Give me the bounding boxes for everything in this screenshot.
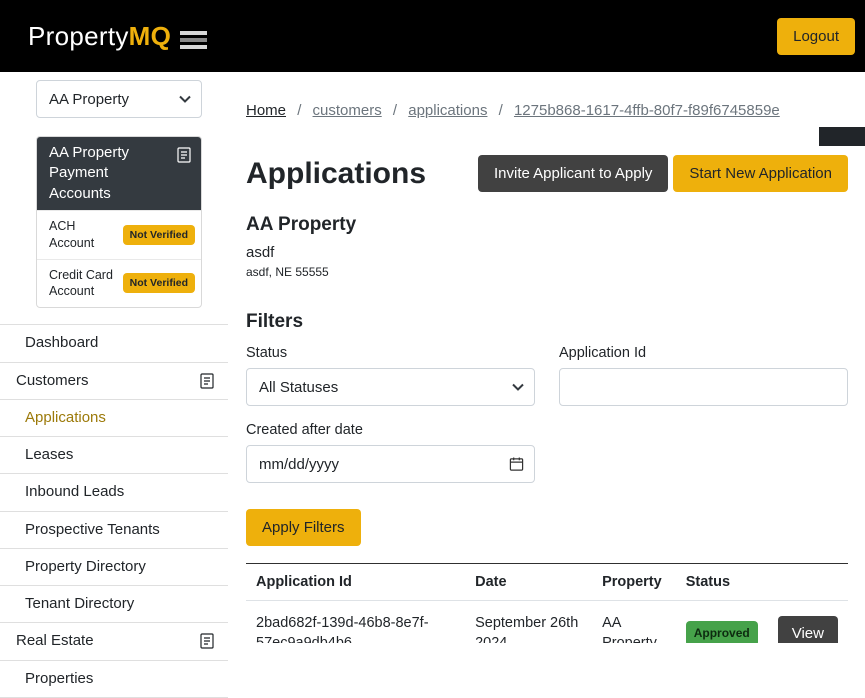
title-row: Applications Invite Applicant to Apply S… bbox=[246, 155, 848, 192]
breadcrumb-application-id[interactable]: 1275b868-1617-4ffb-80f7-f89f6745859e bbox=[514, 102, 780, 119]
header-property: Property bbox=[592, 564, 676, 601]
status-label: Status bbox=[246, 345, 535, 361]
payment-account-label: Credit Card Account bbox=[49, 267, 117, 301]
table-header-row: Application Id Date Property Status bbox=[246, 564, 848, 601]
status-badge: Approved bbox=[686, 621, 758, 643]
title-actions: Invite Applicant to Apply Start New Appl… bbox=[478, 155, 848, 192]
breadcrumb-separator: / bbox=[297, 102, 301, 119]
invite-applicant-button[interactable]: Invite Applicant to Apply bbox=[478, 155, 668, 192]
header-status: Status bbox=[676, 564, 768, 601]
sidebar-item-inbound-leads[interactable]: Inbound Leads bbox=[0, 473, 228, 510]
apply-filters-button[interactable]: Apply Filters bbox=[246, 509, 361, 546]
filters-title: Filters bbox=[246, 311, 848, 333]
sidebar-nav: Dashboard Customers Applications Leases … bbox=[0, 324, 228, 698]
property-select-wrap: AA Property bbox=[36, 80, 202, 118]
property-address-line1: asdf bbox=[246, 244, 848, 261]
cell-action: View bbox=[768, 601, 848, 644]
cell-property: AA Property bbox=[592, 601, 676, 644]
status-select[interactable]: All Statuses bbox=[246, 368, 535, 406]
not-verified-badge: Not Verified bbox=[123, 225, 195, 245]
header-application-id: Application Id bbox=[246, 564, 465, 601]
breadcrumb-separator: / bbox=[499, 102, 503, 119]
document-icon bbox=[200, 373, 214, 389]
sidebar-item-applications[interactable]: Applications bbox=[0, 399, 228, 436]
payment-accounts-card: AA Property Payment Accounts ACH Account… bbox=[36, 136, 202, 308]
filters-form: Status All Statuses Application Id Creat… bbox=[246, 345, 848, 483]
created-after-date-input[interactable] bbox=[246, 445, 535, 483]
breadcrumb-separator: / bbox=[393, 102, 397, 119]
sidebar-item-customers[interactable]: Customers bbox=[0, 362, 228, 399]
payment-account-label: ACH Account bbox=[49, 218, 117, 252]
start-new-application-button[interactable]: Start New Application bbox=[673, 155, 848, 192]
breadcrumb-customers[interactable]: customers bbox=[313, 102, 382, 119]
breadcrumb: Home / customers / applications / 1275b8… bbox=[246, 102, 848, 119]
menu-lines-icon bbox=[180, 31, 207, 49]
page-title: Applications bbox=[246, 157, 426, 191]
sidebar-item-dashboard[interactable]: Dashboard bbox=[0, 324, 228, 361]
cell-application-id: 2bad682f-139d-46b8-8e7f-57ec9a9db4b6 bbox=[246, 601, 465, 644]
brand-text: PropertyMQ bbox=[28, 21, 171, 52]
view-button[interactable]: View bbox=[778, 616, 838, 643]
document-icon bbox=[200, 633, 214, 649]
main-content: Home / customers / applications / 1275b8… bbox=[228, 72, 865, 643]
property-name: AA Property bbox=[246, 214, 848, 236]
sidebar: AA Property AA Property Payment Accounts… bbox=[0, 72, 228, 643]
property-address-line2: asdf, NE 55555 bbox=[246, 265, 848, 279]
breadcrumb-home[interactable]: Home bbox=[246, 102, 286, 119]
breadcrumb-applications[interactable]: applications bbox=[408, 102, 487, 119]
applications-table: Application Id Date Property Status 2bad… bbox=[246, 563, 848, 643]
brand-mq: MQ bbox=[129, 21, 171, 51]
top-navbar: PropertyMQ Logout bbox=[0, 0, 865, 72]
payment-accounts-title: AA Property Payment Accounts bbox=[49, 143, 171, 204]
payment-accounts-header: AA Property Payment Accounts bbox=[37, 137, 201, 210]
brand-property: Property bbox=[28, 21, 129, 51]
dark-strip bbox=[819, 127, 865, 146]
sidebar-item-prospective-tenants[interactable]: Prospective Tenants bbox=[0, 511, 228, 548]
sidebar-item-label: Real Estate bbox=[16, 631, 94, 651]
sidebar-item-real-estate[interactable]: Real Estate bbox=[0, 622, 228, 659]
payment-account-row-credit-card[interactable]: Credit Card Account Not Verified bbox=[37, 259, 201, 308]
document-icon bbox=[177, 147, 191, 163]
property-select[interactable]: AA Property bbox=[36, 80, 202, 118]
sidebar-item-label: Customers bbox=[16, 371, 89, 391]
payment-account-row-ach[interactable]: ACH Account Not Verified bbox=[37, 210, 201, 259]
sidebar-item-property-directory[interactable]: Property Directory bbox=[0, 548, 228, 585]
not-verified-badge: Not Verified bbox=[123, 273, 195, 293]
sidebar-item-leases[interactable]: Leases bbox=[0, 436, 228, 473]
header-action bbox=[768, 564, 848, 601]
application-id-label: Application Id bbox=[559, 345, 848, 361]
application-id-field: Application Id bbox=[559, 345, 848, 406]
table-row: 2bad682f-139d-46b8-8e7f-57ec9a9db4b6 Sep… bbox=[246, 601, 848, 644]
brand-logo[interactable]: PropertyMQ bbox=[28, 21, 207, 52]
created-after-label: Created after date bbox=[246, 422, 535, 438]
sidebar-item-tenant-directory[interactable]: Tenant Directory bbox=[0, 585, 228, 622]
sidebar-item-properties[interactable]: Properties bbox=[0, 660, 228, 698]
application-id-input[interactable] bbox=[559, 368, 848, 406]
cell-date: September 26th 2024 bbox=[465, 601, 592, 644]
logout-button[interactable]: Logout bbox=[777, 18, 855, 55]
cell-status: Approved bbox=[676, 601, 768, 644]
status-field: Status All Statuses bbox=[246, 345, 535, 406]
header-date: Date bbox=[465, 564, 592, 601]
created-after-field: Created after date bbox=[246, 422, 535, 483]
